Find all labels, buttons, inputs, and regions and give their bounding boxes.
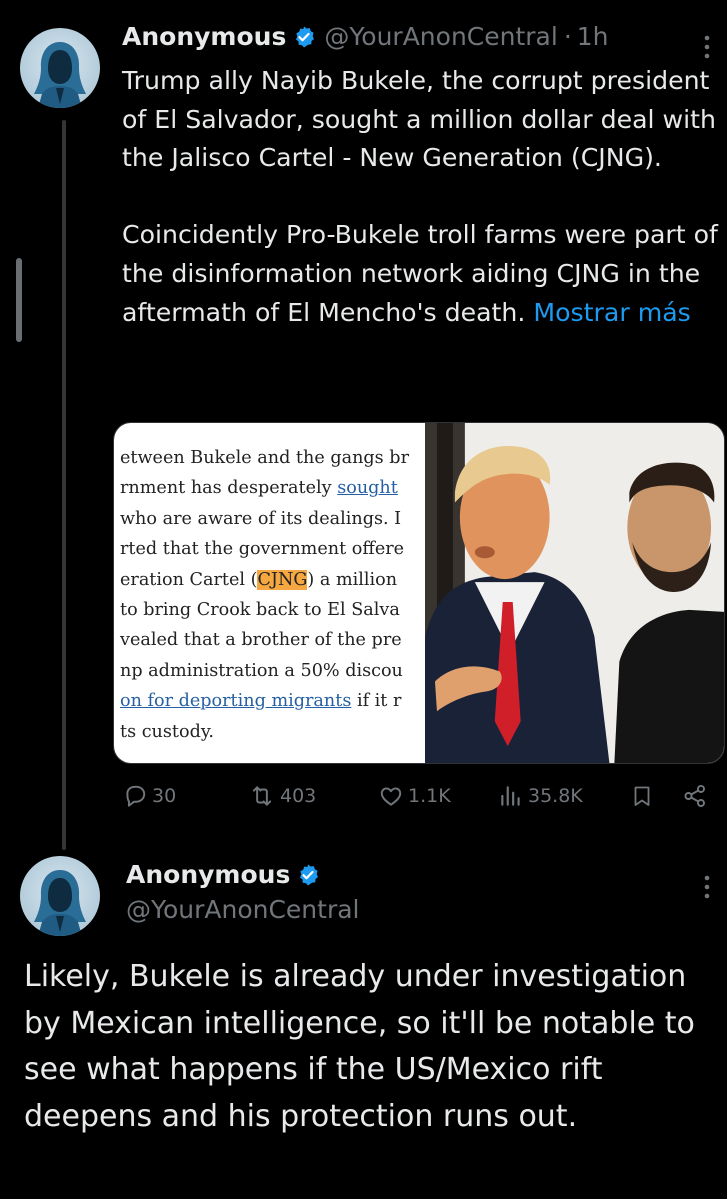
verified-badge-icon <box>296 863 320 887</box>
news-clip-line: rnment has desperately sought <box>120 473 409 503</box>
like-count: 1.1K <box>408 785 451 807</box>
author-handle[interactable]: @YourAnonCentral <box>126 895 359 924</box>
views-icon <box>501 786 520 806</box>
bookmark-button[interactable] <box>630 783 654 809</box>
author-handle[interactable]: @YourAnonCentral <box>324 22 557 51</box>
views-button[interactable]: 35.8K <box>498 783 583 809</box>
tweet-text: Trump ally Nayib Bukele, the corrupt pre… <box>122 62 727 332</box>
more-vertical-icon[interactable] <box>702 34 712 60</box>
like-icon <box>380 787 402 806</box>
reply-header: Anonymous @YourAnonCentral <box>126 860 359 924</box>
news-clip-line: eration Cartel (CJNG) a million <box>120 565 409 595</box>
news-clip-line: on for deporting migrants if it r <box>120 686 409 716</box>
views-count: 35.8K <box>528 785 583 807</box>
media-attachment[interactable]: etween Bukele and the gangs br rnment has… <box>113 422 725 764</box>
news-clip-line: etween Bukele and the gangs br <box>120 443 409 473</box>
timestamp[interactable]: 1h <box>577 22 609 51</box>
news-clip-line: vealed that a brother of the pre <box>120 625 409 655</box>
news-clip-highlight: CJNG <box>257 569 308 590</box>
reply-text: Likely, Bukele is already under investig… <box>24 959 705 1135</box>
news-clip-line: who are aware of its dealings. I <box>120 504 409 534</box>
tweet-header: Anonymous @YourAnonCentral · 1h <box>122 22 609 51</box>
news-clip-text-segment: eration Cartel ( <box>120 569 258 590</box>
news-clip-text-segment: rnment has desperately <box>120 478 338 499</box>
show-more-link[interactable]: Mostrar más <box>533 298 690 327</box>
news-clip-text-segment: rted that the government offere <box>120 539 405 560</box>
repost-icon <box>252 786 272 806</box>
news-screenshot-image[interactable]: etween Bukele and the gangs br rnment has… <box>114 423 425 763</box>
news-clip-text-segment: who are aware of its dealings. I <box>120 508 402 529</box>
avatar[interactable] <box>20 28 100 108</box>
news-clip-line: np administration a 50% discou <box>120 656 409 686</box>
news-clip-text-segment: to bring Crook back to El Salva <box>120 600 400 621</box>
reply-icon <box>126 785 146 807</box>
author-name[interactable]: Anonymous <box>126 860 290 889</box>
reply-button[interactable]: 30 <box>122 783 176 809</box>
separator-dot: · <box>563 22 572 51</box>
news-clip-text-segment: ts custody. <box>120 721 215 742</box>
anonymous-hood-icon <box>34 42 86 108</box>
news-clip-text-segment: vealed that a brother of the pre <box>120 630 402 651</box>
news-clip-text-segment: np administration a 50% discou <box>120 660 403 681</box>
repost-button[interactable]: 403 <box>248 783 316 809</box>
share-icon <box>684 784 705 808</box>
photo-two-men <box>424 423 724 763</box>
news-clip-text-segment: if it r <box>351 691 402 712</box>
news-clip-line: to bring Crook back to El Salva <box>120 595 409 625</box>
verified-badge-icon <box>292 25 316 49</box>
news-clip-link: on for deporting migrants <box>120 691 352 712</box>
news-clip-text-segment: ) a million <box>307 569 398 590</box>
tweet-actions: 30 403 1.1K 35.8K <box>122 783 717 819</box>
scroll-indicator[interactable] <box>16 258 22 342</box>
avatar[interactable] <box>20 856 100 936</box>
repost-count: 403 <box>280 785 317 807</box>
author-name-row: Anonymous <box>126 860 359 889</box>
news-clip-text-segment: etween Bukele and the gangs br <box>120 448 409 468</box>
news-clip-text: etween Bukele and the gangs br rnment has… <box>120 443 409 747</box>
more-vertical-icon[interactable] <box>702 874 712 900</box>
share-button[interactable] <box>682 783 708 809</box>
bookmark-icon <box>634 786 650 806</box>
news-clip-line: rted that the government offere <box>120 534 409 564</box>
like-button[interactable]: 1.1K <box>378 783 451 809</box>
thread-connector-line <box>62 120 66 850</box>
author-name[interactable]: Anonymous <box>122 22 286 51</box>
tweet-body: Trump ally Nayib Bukele, the corrupt pre… <box>122 66 718 327</box>
news-clip-link: sought <box>337 478 398 499</box>
reply-count: 30 <box>152 785 177 807</box>
anonymous-hood-icon <box>34 870 86 936</box>
news-clip-line: ts custody. <box>120 717 409 747</box>
photo-image[interactable] <box>424 423 724 763</box>
